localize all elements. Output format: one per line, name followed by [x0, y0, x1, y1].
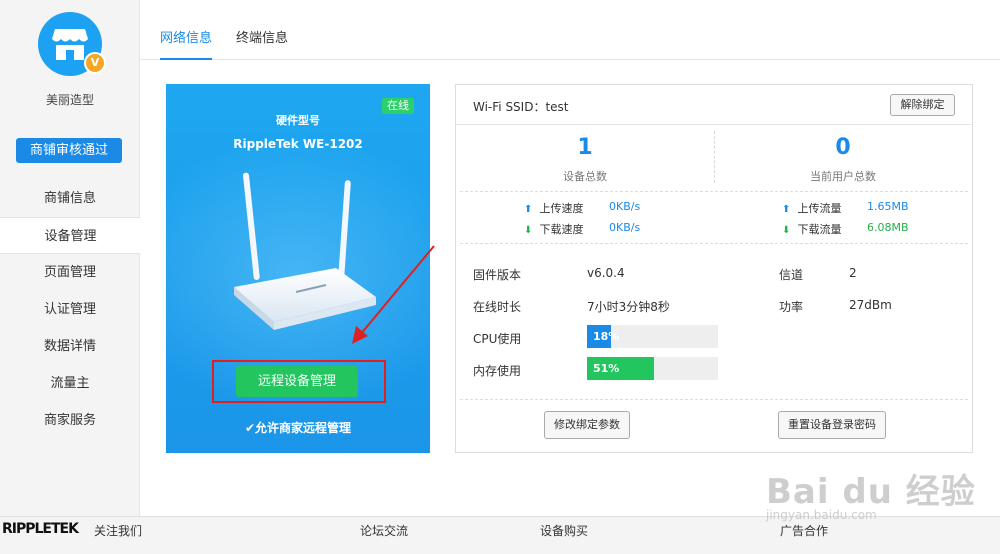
- watermark-brand: Bai du 经验: [766, 472, 976, 512]
- uptime-label: 在线时长: [473, 300, 522, 314]
- download-traffic-label: 下载流量: [797, 223, 842, 236]
- footer-link-ad-cooperation[interactable]: 广告合作: [780, 522, 828, 539]
- wifi-ssid: Wi-Fi SSID：test: [473, 100, 569, 114]
- download-traffic-value: 6.08MB: [867, 221, 909, 234]
- reset-password-button[interactable]: 重置设备登录密码: [778, 411, 886, 439]
- user-count: 0: [835, 135, 851, 160]
- download-speed-row: ⬇ 下载速度: [524, 221, 584, 237]
- allow-remote-management-checkbox[interactable]: ✔允许商家远程管理: [166, 419, 430, 436]
- shop-name: 美丽造型: [45, 93, 94, 107]
- sidebar-nav: 商铺信息 设备管理 页面管理 认证管理 数据详情 流量主 商家服务: [0, 180, 141, 439]
- cpu-usage-label: CPU使用: [473, 332, 522, 346]
- user-count-label: 当前用户总数: [810, 170, 876, 183]
- modify-binding-button[interactable]: 修改绑定参数: [544, 411, 630, 439]
- sidebar-item-merchant-service[interactable]: 商家服务: [0, 402, 140, 439]
- upload-traffic-label: 上传流量: [797, 202, 842, 215]
- divider: [460, 399, 968, 400]
- divider: [460, 243, 968, 244]
- network-info-panel: Wi-Fi SSID：test 解除绑定 1 设备总数 0 当前用户总数 ⬆ 上…: [455, 84, 973, 453]
- device-count: 1: [577, 135, 593, 160]
- footer-link-forum[interactable]: 论坛交流: [360, 522, 408, 539]
- memory-usage-bar: 51%: [587, 357, 718, 380]
- memory-usage-label: 内存使用: [473, 364, 522, 378]
- channel-label: 信道: [779, 268, 804, 282]
- sidebar-item-device-management[interactable]: 设备管理: [0, 217, 141, 254]
- sidebar-item-traffic-owner[interactable]: 流量主: [0, 365, 140, 402]
- tab-bar: 网络信息 终端信息: [140, 0, 1000, 60]
- audit-status-button[interactable]: 商铺审核通过: [16, 138, 122, 163]
- watermark-url: jingyan.baidu.com: [766, 508, 877, 522]
- annotation-arrow: [352, 245, 435, 344]
- download-speed-value: 0KB/s: [609, 221, 641, 234]
- firmware-label: 固件版本: [473, 268, 522, 282]
- sidebar: V 美丽造型 商铺审核通过 商铺信息 设备管理 页面管理 认证管理 数据详情 流…: [0, 0, 141, 516]
- vip-badge: V: [84, 52, 106, 74]
- power-label: 功率: [779, 300, 804, 314]
- memory-usage-fill: 51%: [587, 357, 654, 380]
- tab-network-info[interactable]: 网络信息: [160, 27, 213, 60]
- upload-traffic-row: ⬆ 上传流量: [782, 200, 842, 216]
- power-value: 27dBm: [849, 298, 892, 312]
- footer-logo: RIPPLETEK: [2, 521, 79, 537]
- unbind-button[interactable]: 解除绑定: [890, 94, 955, 116]
- upload-speed-label: 上传速度: [539, 202, 584, 215]
- hardware-model-label: 硬件型号: [276, 114, 320, 127]
- main-content: 网络信息 终端信息 在线 硬件型号 RippleTek WE-1202 远程设备…: [140, 0, 1000, 516]
- footer-link-buy-device[interactable]: 设备购买: [540, 522, 588, 539]
- arrow-up-icon: ⬆: [524, 204, 533, 215]
- sidebar-item-data-details[interactable]: 数据详情: [0, 328, 140, 365]
- arrow-down-icon: ⬇: [524, 225, 533, 236]
- upload-speed-value: 0KB/s: [609, 200, 641, 213]
- sidebar-item-shop-info[interactable]: 商铺信息: [0, 180, 140, 217]
- footer-link-follow-us[interactable]: 关注我们: [94, 522, 142, 539]
- store-icon: [52, 29, 88, 60]
- uptime-value: 7小时3分钟8秒: [587, 300, 670, 314]
- cpu-usage-bar: 18%: [587, 325, 718, 348]
- device-count-label: 设备总数: [563, 170, 607, 183]
- remote-device-management-button[interactable]: 远程设备管理: [236, 366, 358, 397]
- channel-value: 2: [849, 266, 857, 280]
- arrow-up-icon: ⬆: [782, 204, 791, 215]
- download-speed-label: 下载速度: [539, 223, 584, 236]
- panel-header: Wi-Fi SSID：test 解除绑定: [456, 85, 972, 125]
- firmware-value: v6.0.4: [587, 266, 625, 280]
- sidebar-item-auth-management[interactable]: 认证管理: [0, 291, 140, 328]
- download-traffic-row: ⬇ 下载流量: [782, 221, 842, 237]
- arrow-down-icon: ⬇: [782, 225, 791, 236]
- tab-terminal-info[interactable]: 终端信息: [236, 27, 288, 60]
- baidu-watermark: Bai du 经验 jingyan.baidu.com: [766, 464, 976, 522]
- sidebar-item-page-management[interactable]: 页面管理: [0, 254, 140, 291]
- hardware-model: RippleTek WE-1202: [233, 137, 363, 151]
- cpu-usage-fill: 18%: [587, 325, 619, 348]
- upload-speed-row: ⬆ 上传速度: [524, 200, 584, 216]
- upload-traffic-value: 1.65MB: [867, 200, 909, 213]
- divider: [460, 191, 968, 192]
